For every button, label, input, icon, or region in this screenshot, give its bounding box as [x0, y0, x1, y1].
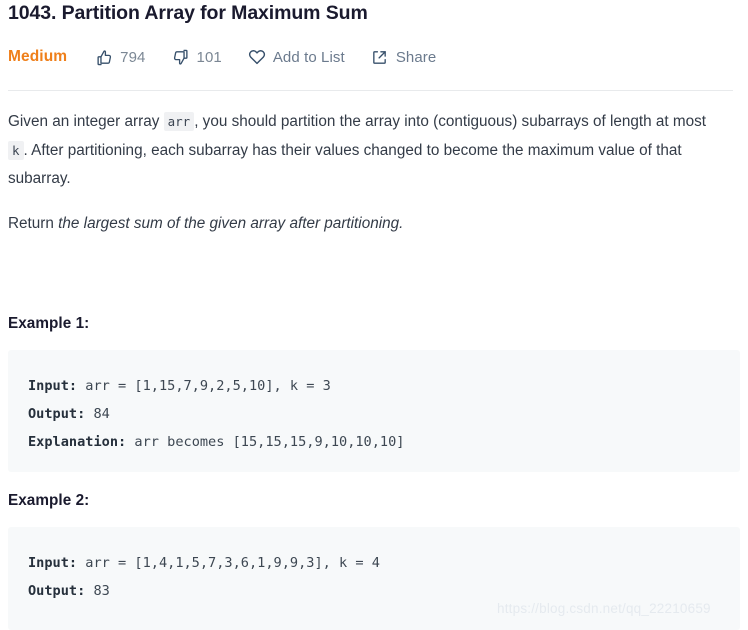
code-label-explanation: Explanation: [28, 434, 127, 450]
code-value-input: arr = [1,15,7,9,2,5,10], k = 3 [77, 378, 331, 394]
share-button[interactable]: Share [371, 48, 437, 66]
code-value-output: 84 [85, 406, 110, 422]
problem-page: 1043. Partition Array for Maximum Sum Me… [0, 0, 748, 630]
add-to-list-button[interactable]: Add to List [248, 48, 345, 66]
code-line: Input: arr = [1,15,7,9,2,5,10], k = 3 [28, 372, 720, 400]
problem-description: Given an integer array arr, you should p… [8, 108, 708, 238]
code-line: Explanation: arr becomes [15,15,15,9,10,… [28, 428, 720, 456]
page-title: 1043. Partition Array for Maximum Sum [8, 2, 368, 24]
description-paragraph-2: Return the largest sum of the given arra… [8, 210, 708, 239]
description-text-3: . After partitioning, each subarray has … [8, 141, 682, 188]
return-italic-text: the largest sum of the given array after… [58, 214, 404, 232]
example-2-code-block: Input: arr = [1,4,1,5,7,3,6,1,9,9,3], k … [8, 527, 740, 630]
return-lead-text: Return [8, 214, 59, 232]
description-text-2: , you should partition the array into (c… [194, 113, 707, 130]
code-line: Input: arr = [1,4,1,5,7,3,6,1,9,9,3], k … [28, 549, 720, 577]
description-paragraph-1: Given an integer array arr, you should p… [8, 108, 708, 194]
share-label: Share [395, 48, 437, 66]
code-value-explanation: arr becomes [15,15,15,9,10,10,10] [126, 434, 405, 450]
dislike-count: 101 [196, 48, 222, 66]
add-to-list-label: Add to List [272, 48, 345, 66]
code-value-input: arr = [1,4,1,5,7,3,6,1,9,9,3], k = 4 [77, 555, 380, 571]
code-label-output: Output: [28, 583, 86, 599]
description-text-1: Given an integer array [8, 113, 160, 130]
like-count: 794 [120, 48, 146, 66]
inline-code-arr: arr [163, 112, 195, 131]
code-value-output: 83 [85, 583, 110, 599]
heart-icon [248, 48, 266, 66]
code-label-output: Output: [28, 406, 86, 422]
inline-code-k: k [8, 140, 24, 160]
dislike-button[interactable]: 101 [172, 48, 222, 66]
header-divider [8, 90, 733, 91]
example-1-code-block: Input: arr = [1,15,7,9,2,5,10], k = 3 Ou… [8, 350, 740, 472]
action-bar: Medium 794 101 Add to List Share [8, 44, 436, 70]
code-line: Output: 83 [28, 577, 720, 605]
thumbs-down-icon [172, 48, 190, 66]
example-1-heading: Example 1: [8, 315, 90, 332]
share-icon [371, 48, 389, 66]
thumbs-up-icon [95, 48, 113, 66]
difficulty-badge: Medium [8, 48, 68, 65]
code-label-input: Input: [28, 555, 78, 571]
code-label-input: Input: [28, 378, 78, 394]
like-button[interactable]: 794 [95, 48, 145, 66]
code-line: Output: 84 [28, 400, 720, 428]
example-2-heading: Example 2: [8, 492, 90, 509]
